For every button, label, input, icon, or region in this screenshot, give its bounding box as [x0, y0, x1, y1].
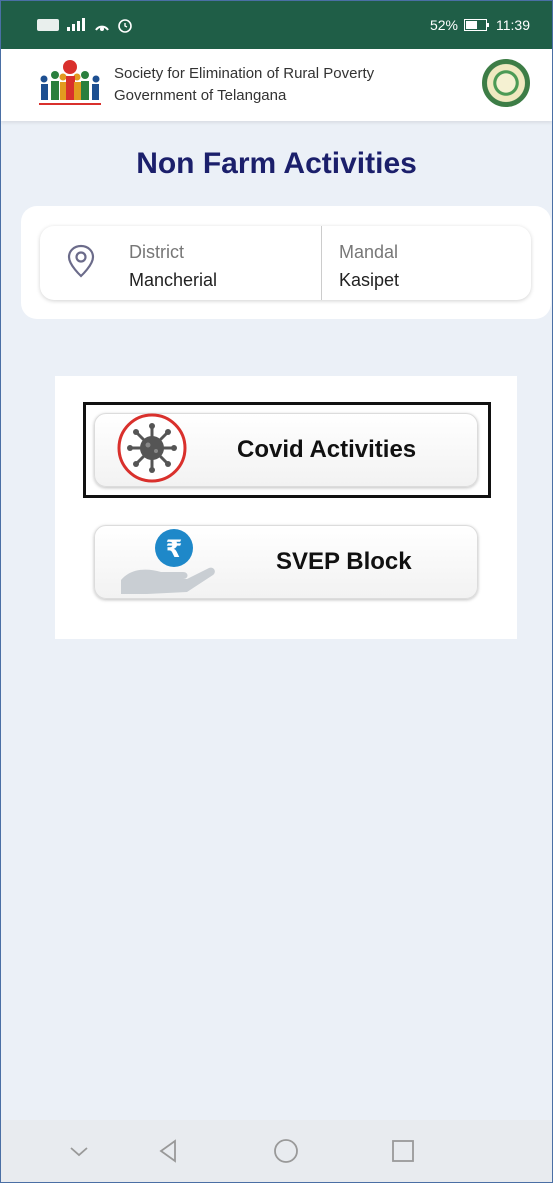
chevron-down-icon[interactable]	[64, 1136, 94, 1166]
mandal-value: Kasipet	[339, 270, 400, 290]
district-label: District	[129, 242, 184, 262]
virus-icon	[117, 413, 187, 483]
alarm-icon	[118, 19, 132, 33]
telangana-emblem-icon	[482, 59, 530, 107]
map-pin-icon	[67, 244, 95, 278]
district-field: District Mancherial	[129, 238, 217, 294]
svep-block-label: SVEP Block	[276, 548, 412, 575]
org-line-2: Government of Telangana	[114, 87, 287, 104]
app-screen: 52% 11:39 Society for Elimination of Rur…	[0, 0, 553, 1183]
covid-activities-button[interactable]: Covid Activities	[94, 413, 478, 487]
app-header: Society for Elimination of Rural Poverty…	[1, 49, 552, 121]
home-icon[interactable]	[271, 1136, 301, 1166]
status-bar: 52% 11:39	[1, 1, 552, 49]
svg-text:₹: ₹	[166, 535, 183, 563]
clock: 11:39	[496, 17, 530, 33]
mandal-label: Mandal	[339, 242, 399, 262]
nfc-icon	[37, 19, 59, 31]
field-divider	[321, 226, 322, 300]
district-value: Mancherial	[129, 270, 218, 290]
status-left-icons	[37, 17, 133, 33]
org-line-1: Society for Elimination of Rural Poverty	[114, 65, 375, 82]
actions-panel: Covid Activities ₹ SVEP Block	[55, 376, 517, 639]
recents-icon[interactable]	[388, 1136, 418, 1166]
signal-icon	[67, 18, 85, 31]
covid-activities-label: Covid Activities	[237, 436, 417, 463]
location-inner: District Mancherial Mandal Kasipet	[40, 226, 531, 300]
battery-icon	[464, 19, 489, 31]
system-nav-bar	[1, 1120, 552, 1182]
mandal-field: Mandal Kasipet	[339, 238, 399, 294]
battery-percent: 52%	[429, 17, 458, 33]
rupee-hand-icon: ₹	[121, 529, 215, 594]
location-card: District Mancherial Mandal Kasipet	[21, 206, 551, 319]
svep-block-button[interactable]: ₹ SVEP Block	[94, 525, 478, 599]
hotspot-icon	[95, 25, 109, 31]
organization-name: Society for Elimination of Rural Poverty…	[114, 63, 374, 107]
status-right: 52% 11:39	[430, 17, 530, 33]
back-icon[interactable]	[154, 1136, 184, 1166]
serp-logo	[39, 60, 101, 105]
page-title: Non Farm Activities	[136, 147, 417, 180]
